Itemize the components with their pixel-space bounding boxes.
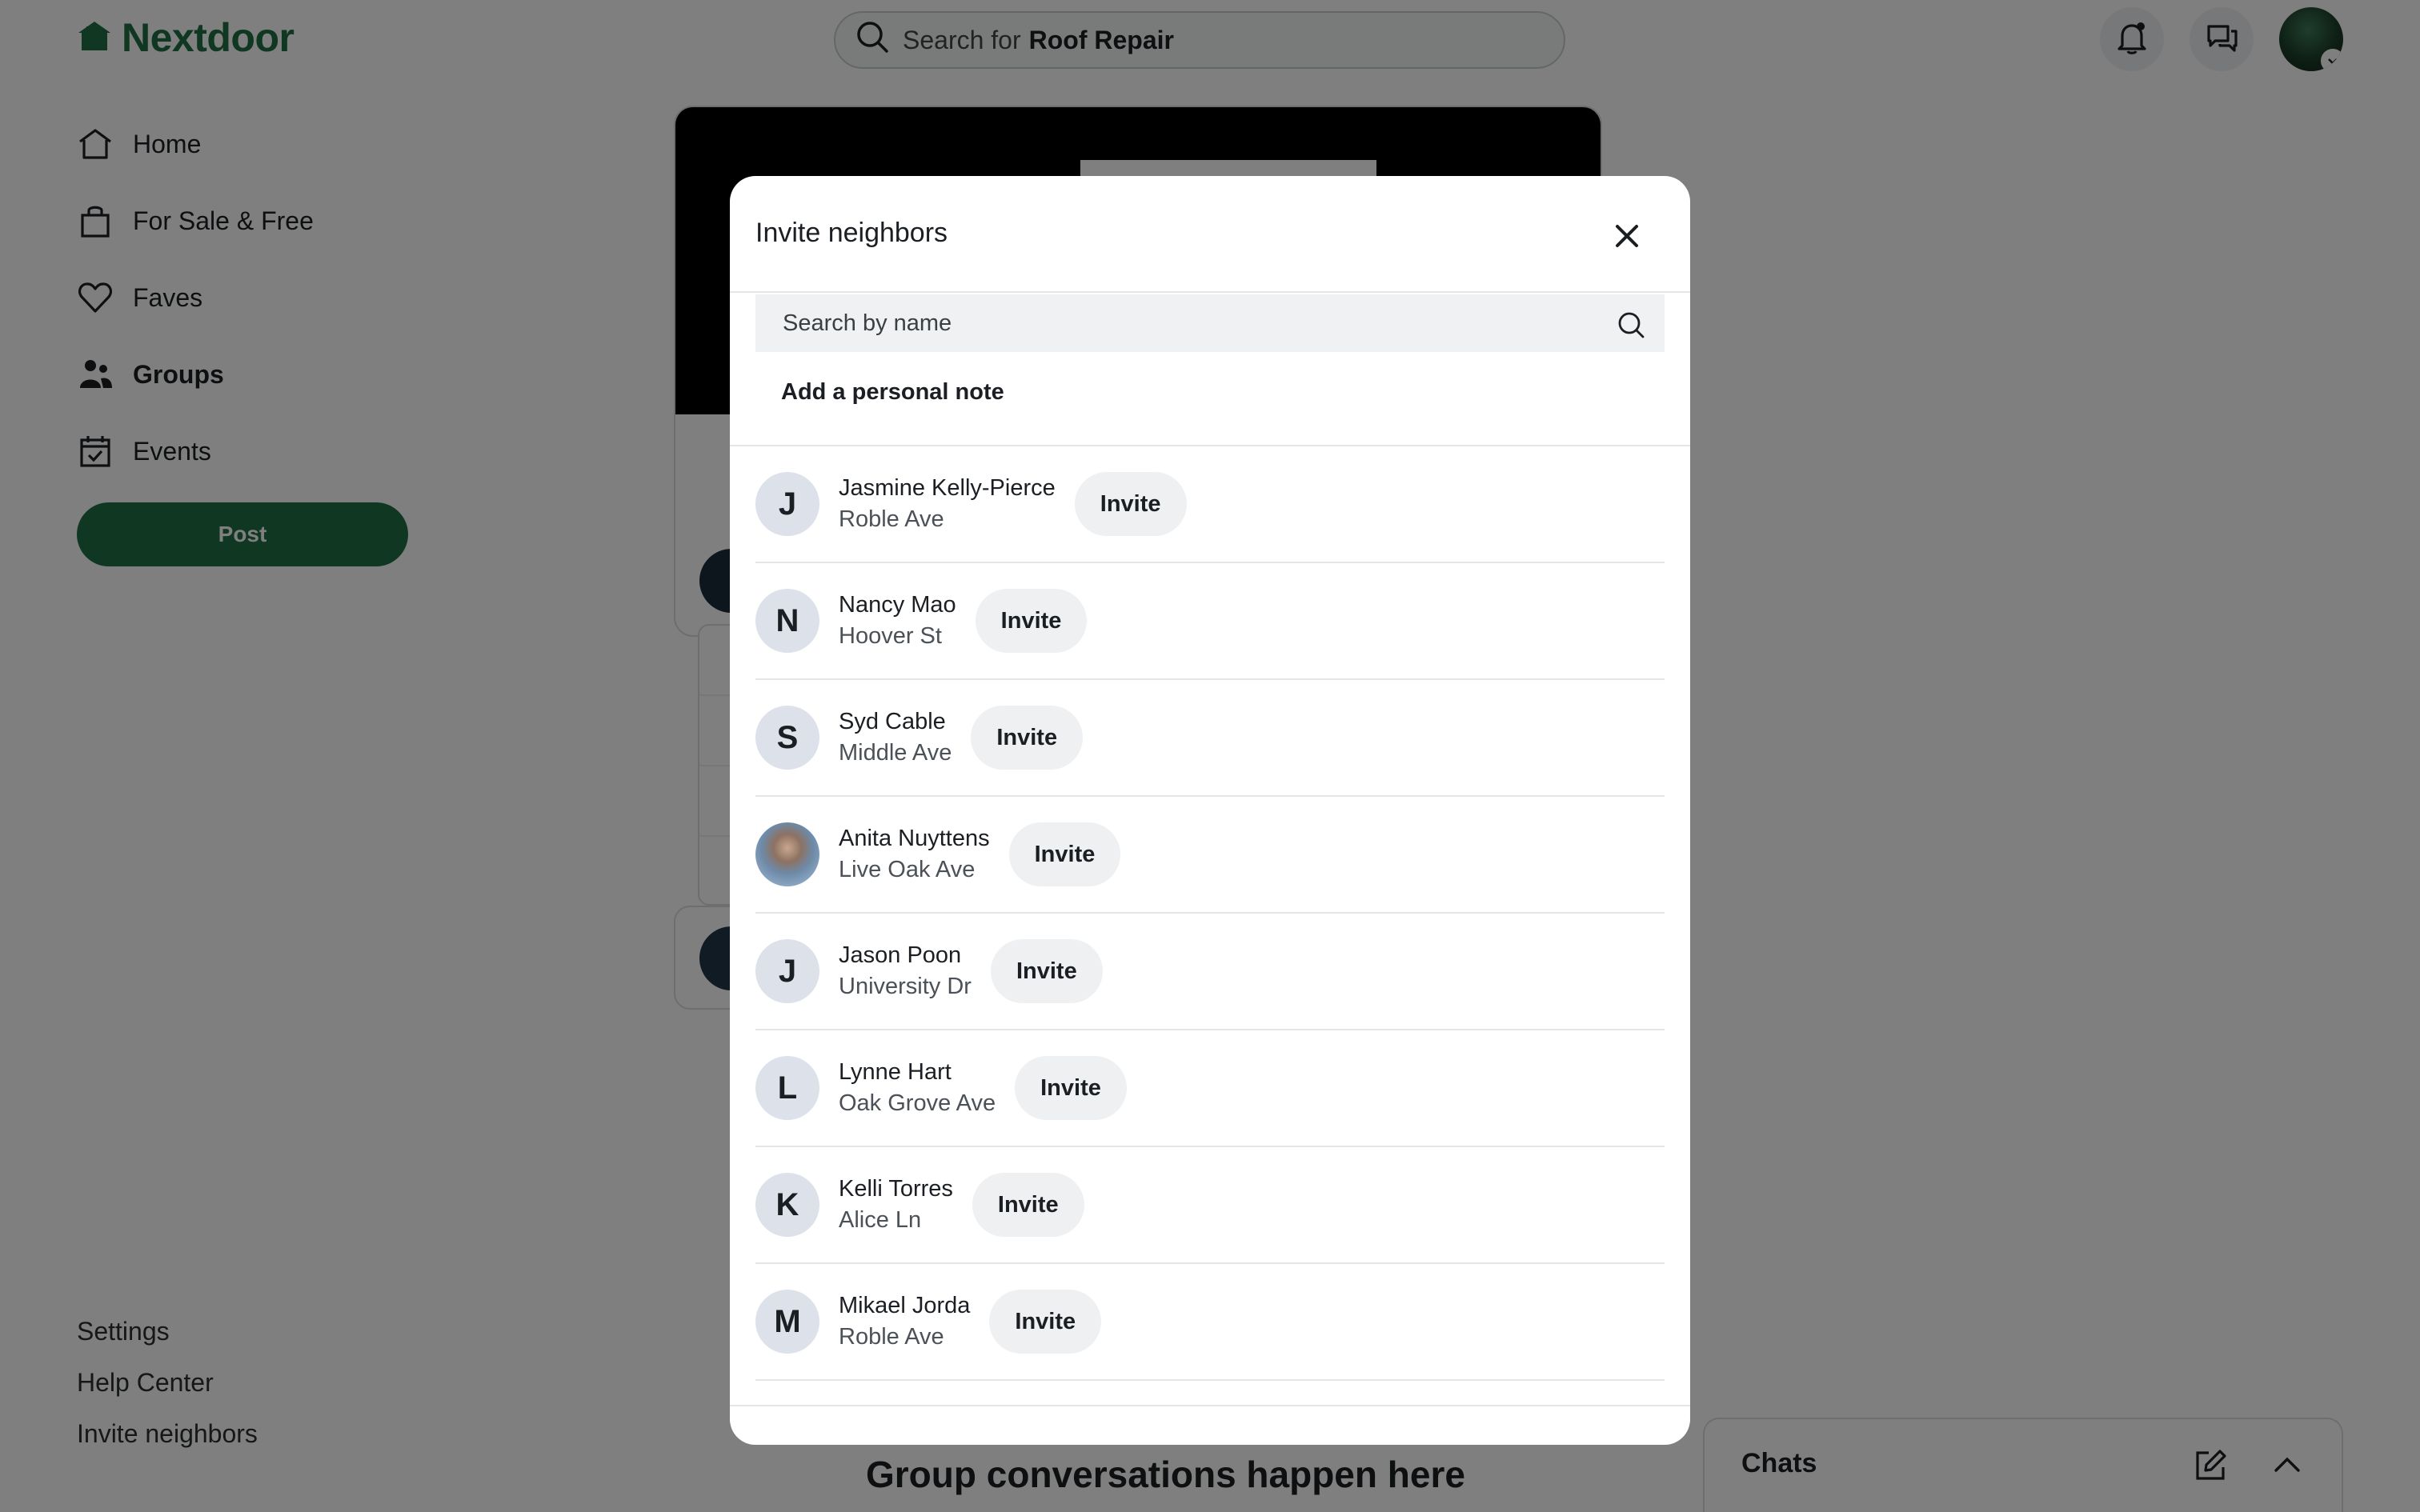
invite-neighbors-dialog: Invite neighbors Add a personal note J J… <box>730 176 1690 1445</box>
list-item: L Lynne Hart Oak Grove Ave Invite <box>755 1030 1665 1147</box>
list-item: Anita Nuyttens Live Oak Ave Invite <box>755 797 1665 914</box>
name-search-field[interactable] <box>755 294 1665 352</box>
list-item: S Syd Cable Middle Ave Invite <box>755 680 1665 797</box>
search-icon <box>1617 310 1645 346</box>
neighbor-name: Jasmine Kelly-Pierce <box>839 475 1056 501</box>
add-personal-note-button[interactable]: Add a personal note <box>781 379 1004 406</box>
avatar: J <box>755 472 819 536</box>
list-item: K Kelli Torres Alice Ln Invite <box>755 1147 1665 1264</box>
avatar: M <box>755 1290 819 1354</box>
divider <box>730 1405 1690 1406</box>
invite-button[interactable]: Invite <box>990 939 1103 1003</box>
neighbor-name: Anita Nuyttens <box>839 826 990 851</box>
avatar: L <box>755 1056 819 1120</box>
avatar: N <box>755 589 819 653</box>
neighbor-name: Lynne Hart <box>839 1059 952 1085</box>
invite-button[interactable]: Invite <box>1015 1056 1127 1120</box>
neighbor-street: University Dr <box>839 974 972 999</box>
close-button[interactable] <box>1607 218 1647 258</box>
avatar: J <box>755 939 819 1003</box>
neighbor-street: Oak Grove Ave <box>839 1090 996 1116</box>
avatar-photo <box>755 822 819 886</box>
invite-button[interactable]: Invite <box>975 589 1088 653</box>
neighbor-name: Syd Cable <box>839 709 946 734</box>
neighbor-street: Alice Ln <box>839 1207 922 1233</box>
invite-button[interactable]: Invite <box>1008 822 1121 886</box>
neighbor-name: Jason Poon <box>839 942 962 968</box>
dialog-header: Invite neighbors <box>730 176 1690 293</box>
invite-button[interactable]: Invite <box>972 1173 1084 1237</box>
list-item: N Nancy Mao Hoover St Invite <box>755 563 1665 680</box>
list-item: J Jasmine Kelly-Pierce Roble Ave Invite <box>755 446 1665 563</box>
close-icon <box>1613 222 1641 254</box>
neighbor-street: Hoover St <box>839 623 942 649</box>
neighbor-name: Nancy Mao <box>839 592 956 618</box>
list-item: J Jason Poon University Dr Invite <box>755 914 1665 1030</box>
avatar: K <box>755 1173 819 1237</box>
neighbor-street: Roble Ave <box>839 506 944 532</box>
neighbor-name: Mikael Jorda <box>839 1293 971 1318</box>
invite-button[interactable]: Invite <box>989 1290 1102 1354</box>
dialog-title: Invite neighbors <box>755 218 948 248</box>
list-item: M Mikael Jorda Roble Ave Invite <box>755 1264 1665 1381</box>
neighbor-street: Middle Ave <box>839 740 952 766</box>
neighbor-street: Live Oak Ave <box>839 857 976 882</box>
neighbor-name: Kelli Torres <box>839 1176 953 1202</box>
neighbor-list: J Jasmine Kelly-Pierce Roble Ave Invite N… <box>755 446 1665 1381</box>
neighbor-street: Roble Ave <box>839 1324 944 1350</box>
avatar: S <box>755 706 819 770</box>
invite-button[interactable]: Invite <box>971 706 1084 770</box>
invite-button[interactable]: Invite <box>1074 472 1187 536</box>
name-search-input[interactable] <box>783 310 1583 337</box>
